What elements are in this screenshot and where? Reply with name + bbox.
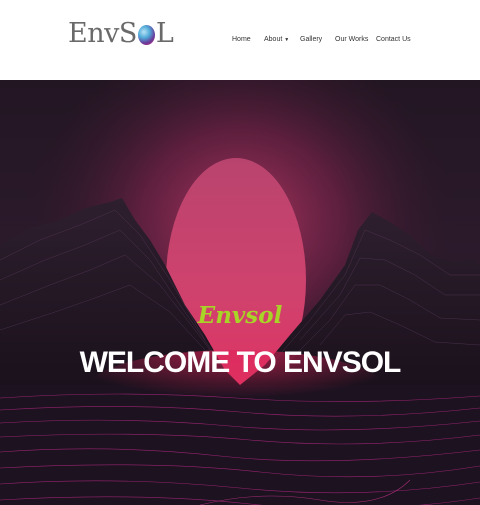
hero-banner: Envsol WELCOME TO ENVSOL	[0, 80, 480, 505]
hero-subtitle: Envsol	[197, 302, 283, 329]
hero-title: WELCOME TO ENVSOL	[79, 346, 402, 379]
main-nav: Home About ▼ Gallery Our Works Contact Us	[0, 0, 480, 80]
site-header: EnvS L Home About ▼ Gallery Our Works Cont…	[0, 0, 480, 80]
hero-background-art	[0, 80, 480, 505]
chevron-down-icon: ▼	[284, 37, 290, 43]
nav-item-contact[interactable]: Contact Us	[376, 36, 411, 43]
nav-item-our-works[interactable]: Our Works	[335, 36, 368, 43]
nav-item-about-label: About	[264, 36, 283, 43]
nav-item-home[interactable]: Home	[232, 36, 251, 43]
nav-item-about[interactable]: About ▼	[264, 36, 289, 43]
nav-item-gallery[interactable]: Gallery	[300, 36, 322, 43]
